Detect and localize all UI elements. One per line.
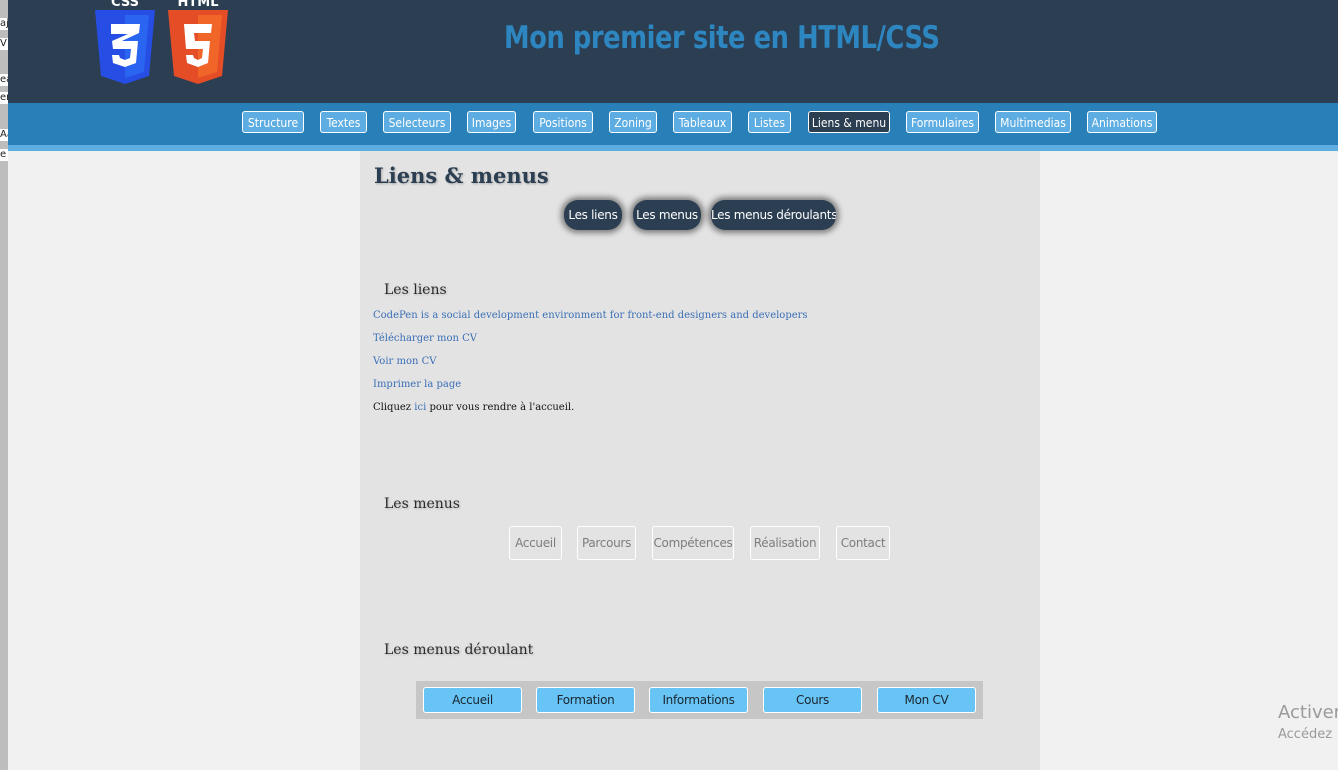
activation-watermark-subtitle: Accédez [1278, 727, 1333, 742]
accueil-sentence: Cliquez ici pour vous rendre à l'accueil… [373, 402, 574, 413]
html5-logo-label: HTML [178, 0, 219, 10]
html5-logo-icon: HTML [168, 0, 228, 84]
menu-item-parcours[interactable]: Parcours [577, 526, 636, 560]
section-title-menus: Les menus [384, 496, 460, 512]
sentence-text-after: pour vous rendre à l'accueil. [426, 402, 575, 413]
nav-item-images[interactable]: Images [467, 111, 516, 133]
nav-item-tableaux[interactable]: Tableaux [673, 111, 732, 133]
main-nav: Structure Textes Selecteurs Images Posit… [8, 103, 1338, 145]
nav-item-listes[interactable]: Listes [748, 111, 791, 133]
section-title-liens: Les liens [384, 282, 447, 298]
site-title: Mon premier site en HTML/CSS [504, 20, 940, 56]
sentence-text-before: Cliquez [373, 402, 415, 413]
nav-item-formulaires[interactable]: Formulaires [906, 111, 979, 133]
anchor-button-menus-deroulants[interactable]: Les menus déroulants [711, 200, 836, 230]
link-codepen[interactable]: CodePen is a social development environm… [373, 310, 808, 321]
dropdown-item-informations[interactable]: Informations [649, 687, 748, 713]
nav-item-multimedias[interactable]: Multimedias [995, 111, 1071, 133]
background-text-fragment: aj [0, 18, 8, 30]
activation-watermark-title: Activer [1278, 702, 1338, 723]
nav-item-selecteurs[interactable]: Selecteurs [383, 111, 451, 133]
dropdown-item-cours[interactable]: Cours [763, 687, 862, 713]
css3-logo-label: CSS [111, 0, 139, 10]
dropdown-menu-bar: Accueil Formation Informations Cours Mon… [416, 681, 983, 719]
nav-item-liens-menu[interactable]: Liens & menu [808, 111, 890, 133]
dropdown-item-accueil[interactable]: Accueil [423, 687, 522, 713]
background-text-fragment: en [0, 92, 8, 104]
background-text-fragment: e [0, 149, 8, 161]
link-ici[interactable]: ici [414, 402, 426, 413]
background-text-fragment: ea [0, 74, 8, 86]
background-window-strip: aj V ea en Aa e [0, 0, 8, 770]
background-text-fragment: V [0, 38, 8, 50]
nav-item-positions[interactable]: Positions [533, 111, 593, 133]
anchor-button-liens[interactable]: Les liens [564, 200, 622, 230]
nav-item-textes[interactable]: Textes [320, 111, 367, 133]
dropdown-item-mon-cv[interactable]: Mon CV [877, 687, 976, 713]
site-header: CSS HTML Mon premier site en HTML/CSS [8, 0, 1338, 103]
nav-item-animations[interactable]: Animations [1087, 111, 1157, 133]
page-title: Liens & menus [374, 163, 549, 188]
dropdown-item-formation[interactable]: Formation [536, 687, 635, 713]
section-title-menus-deroulant: Les menus déroulant [384, 642, 534, 658]
menu-item-realisation[interactable]: Réalisation [750, 526, 820, 560]
link-imprimer[interactable]: Imprimer la page [373, 379, 461, 390]
menu-item-accueil[interactable]: Accueil [509, 526, 562, 560]
menu-item-contact[interactable]: Contact [836, 526, 890, 560]
link-telecharger-cv[interactable]: Télécharger mon CV [373, 333, 477, 344]
link-voir-cv[interactable]: Voir mon CV [373, 356, 436, 367]
nav-item-zoning[interactable]: Zoning [609, 111, 657, 133]
main-content: Liens & menus Les liens Les menus Les me… [360, 151, 1040, 770]
background-text-fragment: Aa [0, 129, 8, 141]
nav-item-structure[interactable]: Structure [242, 111, 304, 133]
anchor-button-menus[interactable]: Les menus [633, 200, 701, 230]
menu-item-competences[interactable]: Compétences [652, 526, 734, 560]
css3-logo-icon: CSS [95, 0, 155, 84]
